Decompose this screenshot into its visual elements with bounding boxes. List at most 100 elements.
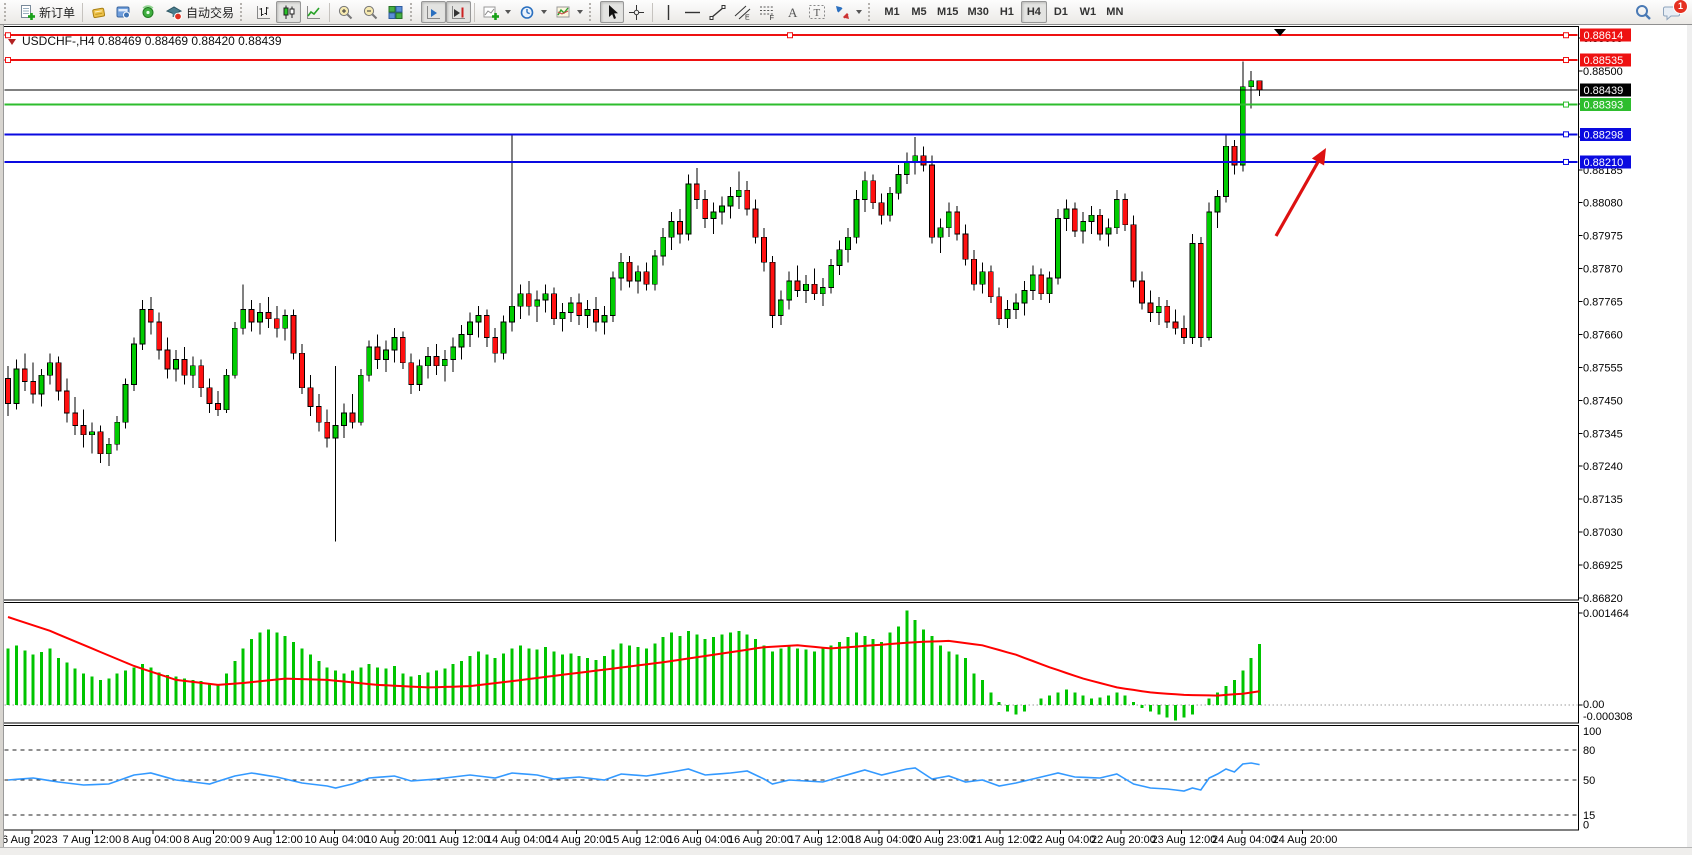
toolbar-drag-grip[interactable] — [4, 3, 11, 21]
line-chart-button[interactable] — [301, 1, 326, 23]
search-button[interactable] — [1630, 1, 1656, 23]
indicators-dropdown-caret[interactable] — [505, 10, 511, 14]
indicators-button[interactable] — [478, 1, 515, 23]
toolbar-drag-grip[interactable] — [240, 3, 247, 21]
svg-text:0.87555: 0.87555 — [1583, 362, 1623, 374]
svg-text:8 Aug 04:00: 8 Aug 04:00 — [123, 834, 182, 846]
equidistant-channel-icon: E — [734, 4, 751, 21]
market-watch-icon — [90, 4, 107, 21]
market-watch-button[interactable] — [86, 1, 111, 23]
svg-text:0.88535: 0.88535 — [1584, 55, 1624, 67]
timeframe-button-d1[interactable]: D1 — [1048, 1, 1074, 23]
toolbar-drag-grip[interactable] — [868, 3, 875, 21]
text-label-button[interactable]: T — [804, 1, 830, 23]
arrows-dropdown-caret[interactable] — [856, 10, 862, 14]
crosshair-button[interactable] — [624, 1, 649, 23]
price-chart-canvas[interactable]: 0.886050.885000.883950.882900.881850.880… — [0, 0, 1692, 855]
svg-text:A: A — [788, 5, 798, 20]
auto-trading-button[interactable]: 自动交易 — [161, 1, 238, 23]
timeframe-button-m5[interactable]: M5 — [906, 1, 932, 23]
vertical-line-icon — [662, 4, 675, 21]
level-handle[interactable] — [788, 33, 793, 38]
level-handle[interactable] — [1564, 33, 1569, 38]
level-handle[interactable] — [1564, 58, 1569, 63]
svg-text:16 Aug 04:00: 16 Aug 04:00 — [668, 834, 733, 846]
time-axis: 6 Aug 20237 Aug 12:008 Aug 04:008 Aug 20… — [2, 830, 1337, 846]
chart-title: USDCHF-,H4 0.88469 0.88469 0.88420 0.884… — [8, 34, 282, 48]
search-icon — [1634, 3, 1652, 21]
horizontal-line-icon — [684, 6, 701, 19]
svg-text:0.88080: 0.88080 — [1583, 198, 1623, 210]
svg-text:11 Aug 12:00: 11 Aug 12:00 — [426, 834, 490, 846]
candlestick-chart-button[interactable] — [276, 1, 301, 23]
svg-text:23 Aug 12:00: 23 Aug 12:00 — [1152, 834, 1217, 846]
toolbar: 新订单 自动交易 — [0, 0, 1692, 25]
timeframe-button-h4[interactable]: H4 — [1021, 1, 1047, 23]
arrows-shapes-button[interactable] — [830, 1, 866, 23]
auto-trading-icon — [165, 4, 183, 21]
macd-axis: 0.0014640.00-0.000308 — [1579, 608, 1633, 723]
price-axis: 0.886050.885000.883950.882900.881850.880… — [1579, 33, 1623, 605]
timeframe-button-m1[interactable]: M1 — [879, 1, 905, 23]
window-bottom-scrollbar[interactable] — [0, 847, 1692, 855]
svg-text:0.87765: 0.87765 — [1583, 297, 1623, 309]
cursor-button[interactable] — [600, 1, 624, 23]
level-handle[interactable] — [1564, 159, 1569, 164]
equidistant-channel-button[interactable]: E — [730, 1, 755, 23]
svg-text:0.87135: 0.87135 — [1583, 494, 1623, 506]
periods-clock-icon — [519, 4, 536, 21]
svg-text:0.88298: 0.88298 — [1584, 129, 1624, 141]
svg-text:100: 100 — [1583, 726, 1601, 738]
notification-badge: 1 — [1673, 0, 1688, 14]
level-handle[interactable] — [6, 33, 11, 38]
svg-text:14 Aug 20:00: 14 Aug 20:00 — [547, 834, 612, 846]
level-handle[interactable] — [6, 58, 11, 63]
cursor-icon — [605, 4, 620, 20]
auto-scroll-button[interactable] — [421, 1, 446, 23]
auto-trading-label: 自动交易 — [186, 4, 234, 21]
vertical-line-button[interactable] — [656, 1, 680, 23]
svg-text:0.86925: 0.86925 — [1583, 560, 1623, 572]
timeframe-button-mn[interactable]: MN — [1102, 1, 1128, 23]
data-window-button[interactable] — [111, 1, 136, 23]
periods-button[interactable] — [515, 1, 551, 23]
navigator-button[interactable] — [136, 1, 161, 23]
templates-button[interactable] — [551, 1, 587, 23]
text-button[interactable]: A — [780, 1, 804, 23]
svg-text:22 Aug 04:00: 22 Aug 04:00 — [1031, 834, 1096, 846]
svg-text:18 Aug 04:00: 18 Aug 04:00 — [849, 834, 914, 846]
arrows-shapes-icon — [834, 4, 851, 21]
auto-scroll-icon — [425, 4, 442, 21]
toolbar-separator — [474, 3, 475, 22]
chart-window[interactable]: 0.886050.885000.883950.882900.881850.880… — [0, 0, 1692, 855]
window-left-edge — [0, 25, 4, 847]
svg-text:0.87030: 0.87030 — [1583, 527, 1623, 539]
data-window-icon — [115, 4, 132, 21]
zoom-out-button[interactable] — [358, 1, 383, 23]
trendline-button[interactable] — [705, 1, 730, 23]
toolbar-separator — [82, 3, 83, 22]
timeframe-button-h1[interactable]: H1 — [994, 1, 1020, 23]
level-handle[interactable] — [1564, 102, 1569, 107]
horizontal-line-button[interactable] — [680, 1, 705, 23]
notifications-button[interactable]: 1 — [1662, 3, 1682, 22]
timeframe-button-w1[interactable]: W1 — [1075, 1, 1101, 23]
toolbar-drag-grip[interactable] — [589, 3, 596, 21]
svg-text:-0.000308: -0.000308 — [1583, 711, 1633, 723]
crosshair-icon — [628, 4, 645, 21]
new-order-button[interactable]: 新订单 — [15, 1, 79, 23]
chart-shift-button[interactable] — [446, 1, 471, 23]
templates-dropdown-caret[interactable] — [577, 10, 583, 14]
timeframe-button-m30[interactable]: M30 — [963, 1, 992, 23]
svg-text:0.87450: 0.87450 — [1583, 395, 1623, 407]
fibonacci-button[interactable]: F — [755, 1, 780, 23]
toolbar-drag-grip[interactable] — [410, 3, 417, 21]
navigator-icon — [140, 4, 157, 21]
zoom-in-button[interactable] — [333, 1, 358, 23]
level-handle[interactable] — [1564, 132, 1569, 137]
tile-windows-button[interactable] — [383, 1, 408, 23]
timeframe-button-m15[interactable]: M15 — [933, 1, 962, 23]
periods-dropdown-caret[interactable] — [541, 10, 547, 14]
svg-text:80: 80 — [1583, 745, 1595, 757]
bar-chart-button[interactable] — [251, 1, 276, 23]
